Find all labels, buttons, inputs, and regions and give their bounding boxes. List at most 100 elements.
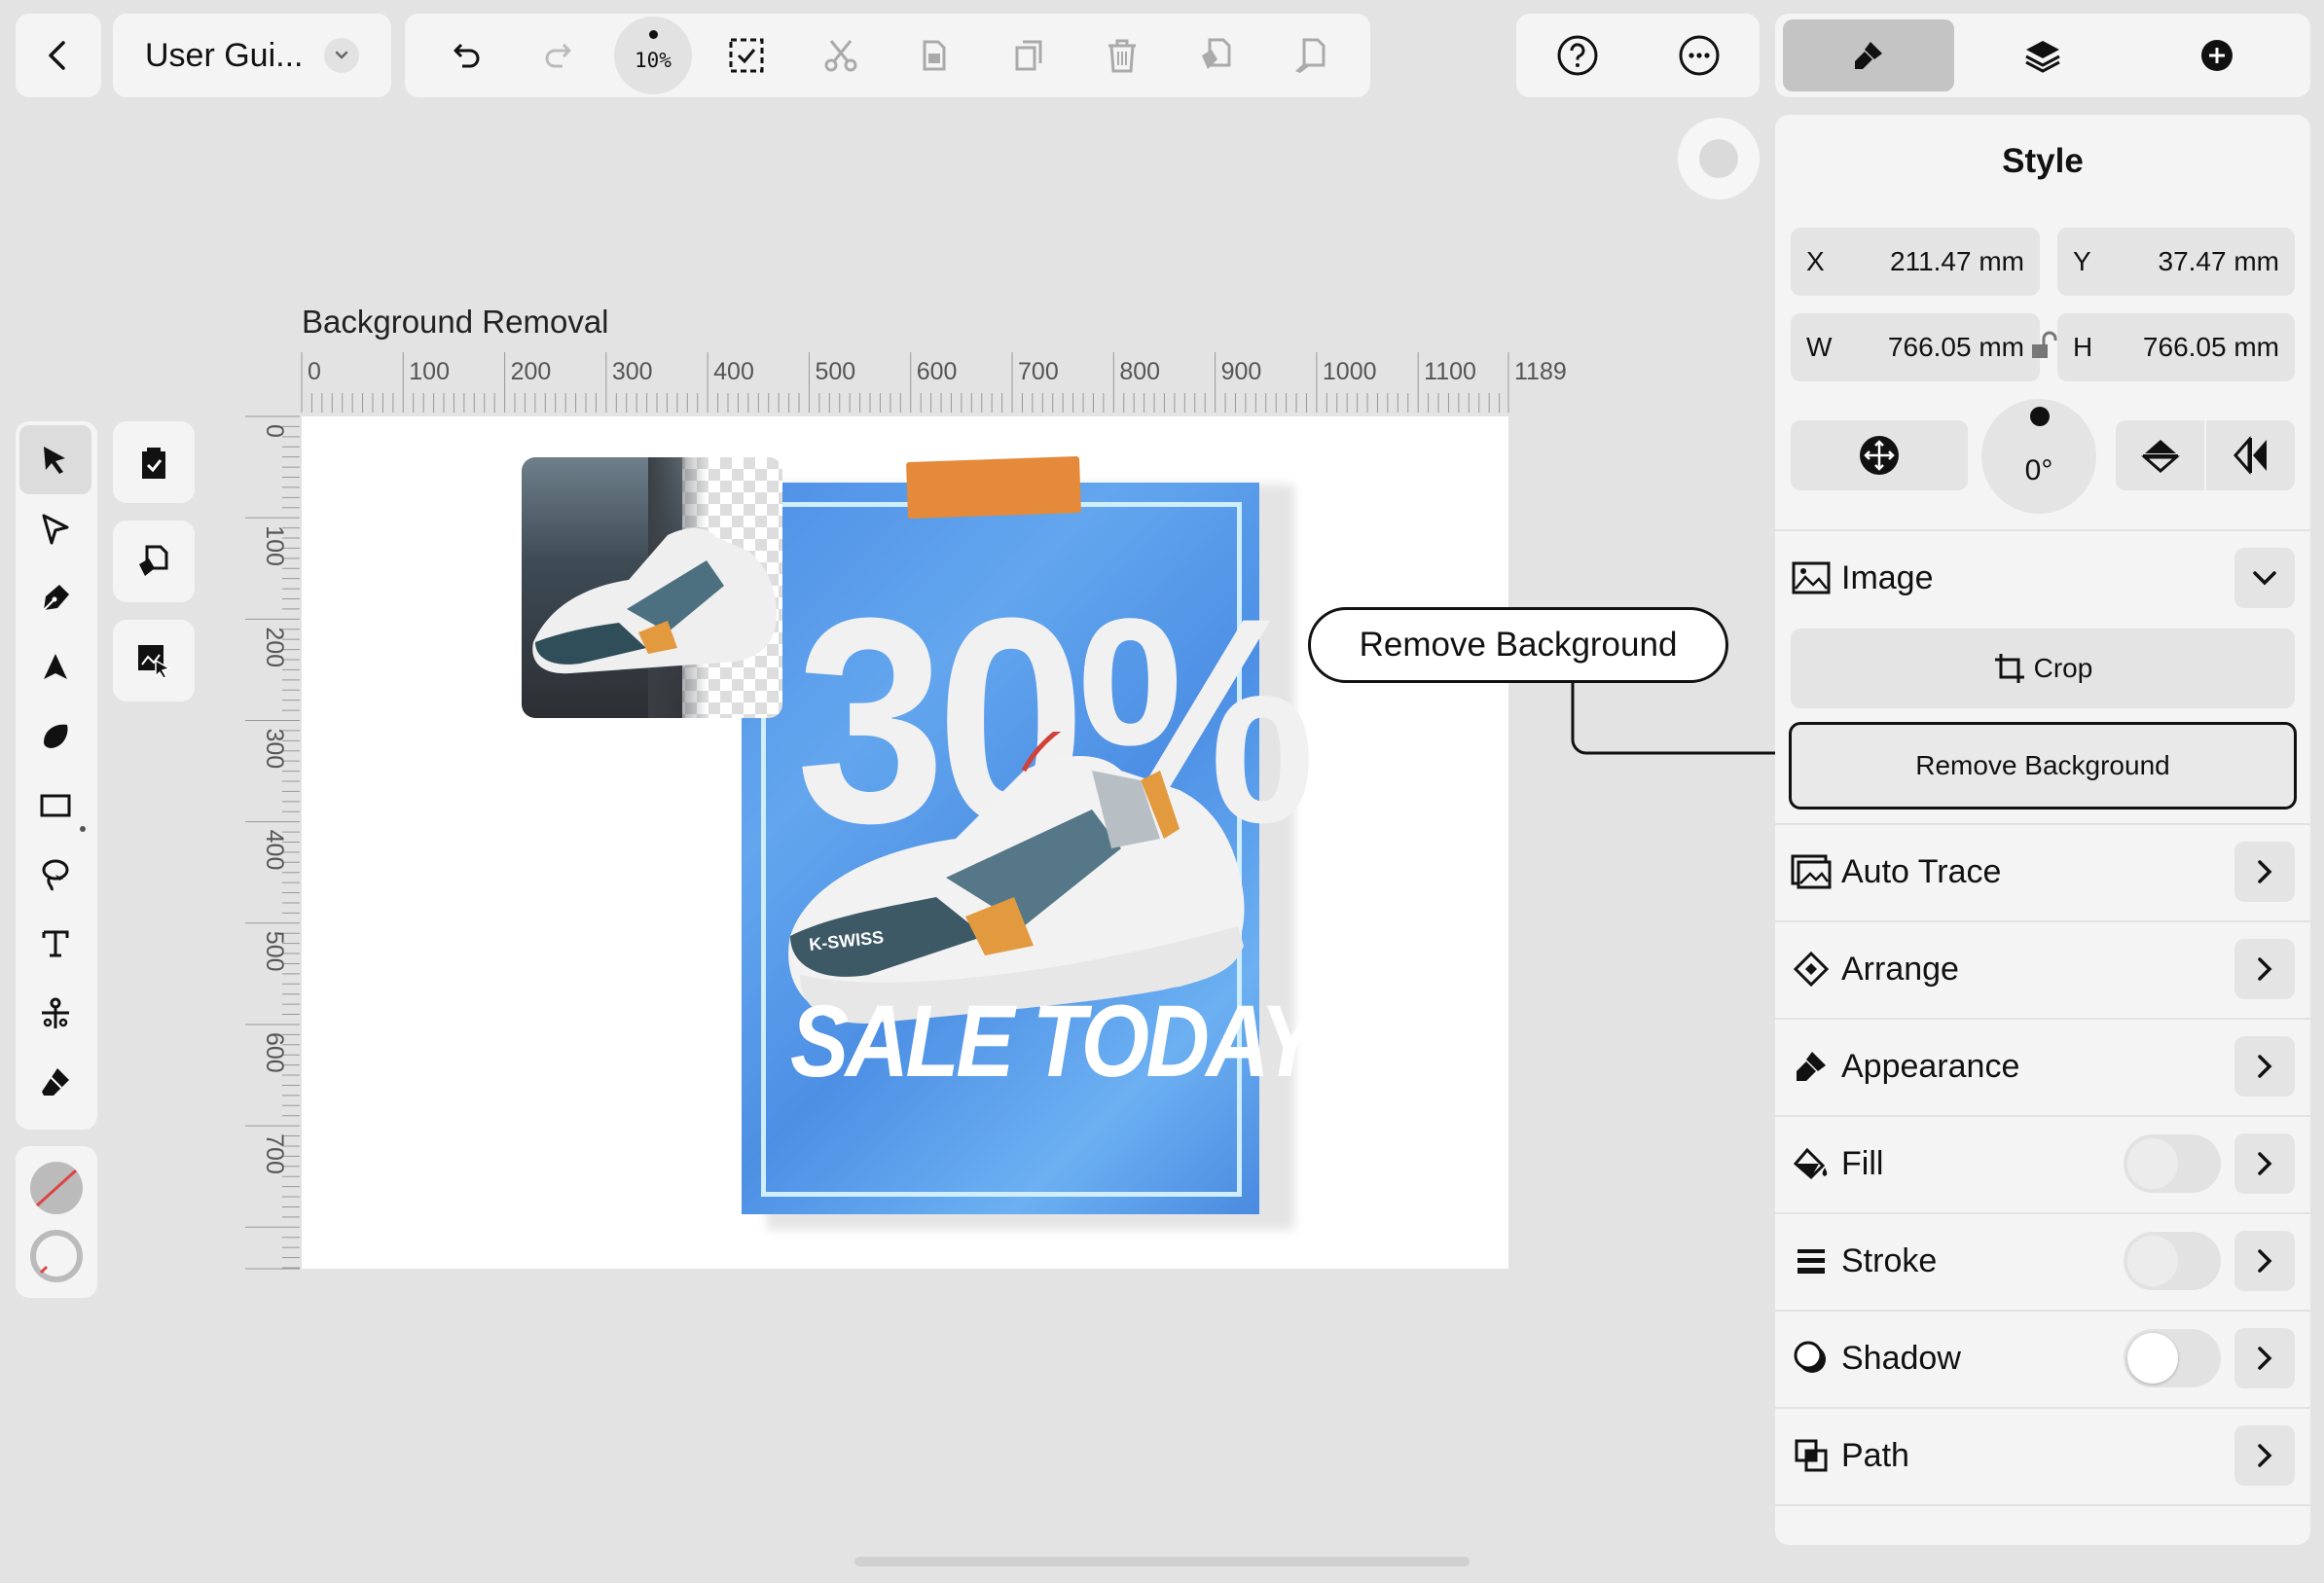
image-icon — [1791, 558, 1832, 598]
ruler-label: 400 — [261, 830, 288, 871]
shape-tool[interactable] — [19, 771, 91, 840]
document-name-menu[interactable]: User Gui... — [113, 14, 391, 97]
shadow-toggle[interactable] — [2124, 1329, 2221, 1387]
pen-nib-icon — [43, 584, 69, 611]
select-tool-button[interactable] — [708, 17, 785, 94]
y-position-field[interactable]: Y 37.47 mm — [2057, 228, 2295, 296]
shadow-row[interactable]: Shadow — [1775, 1310, 2310, 1407]
direct-selection-tool[interactable] — [19, 494, 91, 563]
fill-swatch[interactable] — [27, 1159, 86, 1217]
copy-icon — [923, 40, 946, 71]
document-paste-icon — [139, 545, 168, 576]
paste-in-place-button[interactable] — [1271, 17, 1349, 94]
stroke-toggle[interactable] — [2124, 1232, 2221, 1290]
record-button[interactable] — [1678, 118, 1760, 199]
selection-tool[interactable] — [19, 425, 91, 494]
edit-toolbar: 10% — [405, 14, 1370, 97]
flip-vertical-button[interactable] — [2116, 420, 2206, 490]
shadow-label: Shadow — [1841, 1339, 1961, 1377]
chevron-right-icon — [2258, 1055, 2272, 1078]
image-collapse-button[interactable] — [2234, 548, 2295, 608]
fill-open-button[interactable] — [2234, 1133, 2295, 1194]
color-swatches — [16, 1146, 97, 1298]
pen-tool[interactable] — [19, 563, 91, 632]
context-actions — [113, 421, 195, 702]
stroke-row[interactable]: Stroke — [1775, 1212, 2310, 1310]
panel-tabs — [1775, 14, 2310, 97]
select-all-button[interactable] — [113, 421, 195, 503]
copy-button[interactable] — [895, 17, 973, 94]
chevron-right-icon — [2258, 1444, 2272, 1467]
undo-button[interactable] — [426, 17, 504, 94]
aspect-lock-button[interactable] — [2030, 331, 2057, 360]
auto-trace-icon — [1791, 851, 1832, 892]
poster-subline: SALE TODAY — [790, 985, 1319, 1098]
node-tool[interactable] — [19, 632, 91, 702]
brush-tool[interactable] — [19, 702, 91, 771]
width-field[interactable]: W 766.05 mm — [1791, 313, 2040, 381]
arrange-open-button[interactable] — [2234, 939, 2295, 999]
fill-row[interactable]: Fill — [1775, 1115, 2310, 1212]
appearance-open-button[interactable] — [2234, 1036, 2295, 1097]
home-indicator[interactable] — [854, 1557, 1470, 1566]
rotation-dial[interactable]: 0° — [1981, 399, 2096, 514]
help-button[interactable] — [1555, 33, 1600, 78]
tab-layers[interactable] — [1957, 19, 2128, 91]
ruler-label: 900 — [1221, 358, 1262, 385]
rotation-knob[interactable] — [2030, 407, 2050, 426]
more-button[interactable] — [1677, 33, 1722, 78]
chevron-left-icon — [49, 41, 65, 70]
height-field[interactable]: H 766.05 mm — [2057, 313, 2295, 381]
fill-toggle-knob — [2127, 1138, 2178, 1189]
ruler-label: 600 — [917, 358, 958, 385]
auto-trace-row[interactable]: Auto Trace — [1775, 823, 2310, 920]
cut-button[interactable] — [802, 17, 880, 94]
ruler-label: 600 — [261, 1032, 288, 1073]
remove-background-callout: Remove Background — [1308, 607, 1728, 683]
callout-connector — [1571, 681, 1793, 755]
fill-toggle[interactable] — [2124, 1134, 2221, 1193]
image-action-button[interactable] — [113, 620, 195, 702]
remove-background-button[interactable]: Remove Background — [1789, 722, 2297, 809]
ruler-label: 500 — [261, 931, 288, 972]
stroke-open-button[interactable] — [2234, 1231, 2295, 1291]
appearance-brush-icon — [1791, 1046, 1832, 1087]
crop-button[interactable]: Crop — [1791, 629, 2295, 708]
back-button[interactable] — [16, 14, 101, 97]
text-tool[interactable] — [19, 909, 91, 978]
appearance-row[interactable]: Appearance — [1775, 1018, 2310, 1115]
ruler-label: 1189 — [1514, 358, 1567, 385]
flip-horizontal-button[interactable] — [2206, 420, 2295, 490]
tab-add[interactable] — [2131, 19, 2303, 91]
duplicate-button[interactable] — [1177, 17, 1254, 94]
ruler-label: 700 — [261, 1133, 288, 1174]
delete-button[interactable] — [1083, 17, 1161, 94]
tool-palette — [16, 421, 97, 1130]
y-value: 37.47 mm — [2158, 246, 2280, 276]
preview-sneaker-icon — [532, 527, 777, 674]
zoom-button[interactable]: 10% — [613, 17, 692, 94]
redo-button[interactable] — [521, 17, 599, 94]
auto-trace-open-button[interactable] — [2234, 842, 2295, 902]
stroke-swatch[interactable] — [27, 1227, 86, 1285]
document-name: User Gui... — [145, 36, 304, 74]
sneaker-image[interactable]: K-SWISS — [771, 732, 1253, 1024]
ruler-label: 400 — [713, 358, 754, 385]
tab-style[interactable] — [1782, 19, 1954, 91]
ruler-label: 100 — [409, 358, 450, 385]
style-panel: Style X 211.47 mm Y 37.47 mm W 766.05 mm… — [1775, 115, 2310, 1545]
shadow-open-button[interactable] — [2234, 1328, 2295, 1388]
move-transform-button[interactable] — [1791, 420, 1968, 490]
eraser-tool[interactable] — [19, 1047, 91, 1116]
lasso-tool[interactable] — [19, 840, 91, 909]
flip-vertical-icon — [2140, 440, 2180, 473]
scissors-tool[interactable] — [19, 978, 91, 1047]
x-position-field[interactable]: X 211.47 mm — [1791, 228, 2040, 296]
paste-style-button[interactable] — [113, 521, 195, 602]
image-section-header[interactable]: Image — [1775, 529, 2310, 627]
path-open-button[interactable] — [2234, 1425, 2295, 1486]
remove-background-label: Remove Background — [1915, 750, 2170, 780]
arrange-row[interactable]: Arrange — [1775, 920, 2310, 1018]
path-row[interactable]: Path — [1775, 1407, 2310, 1504]
paste-button[interactable] — [990, 17, 1068, 94]
